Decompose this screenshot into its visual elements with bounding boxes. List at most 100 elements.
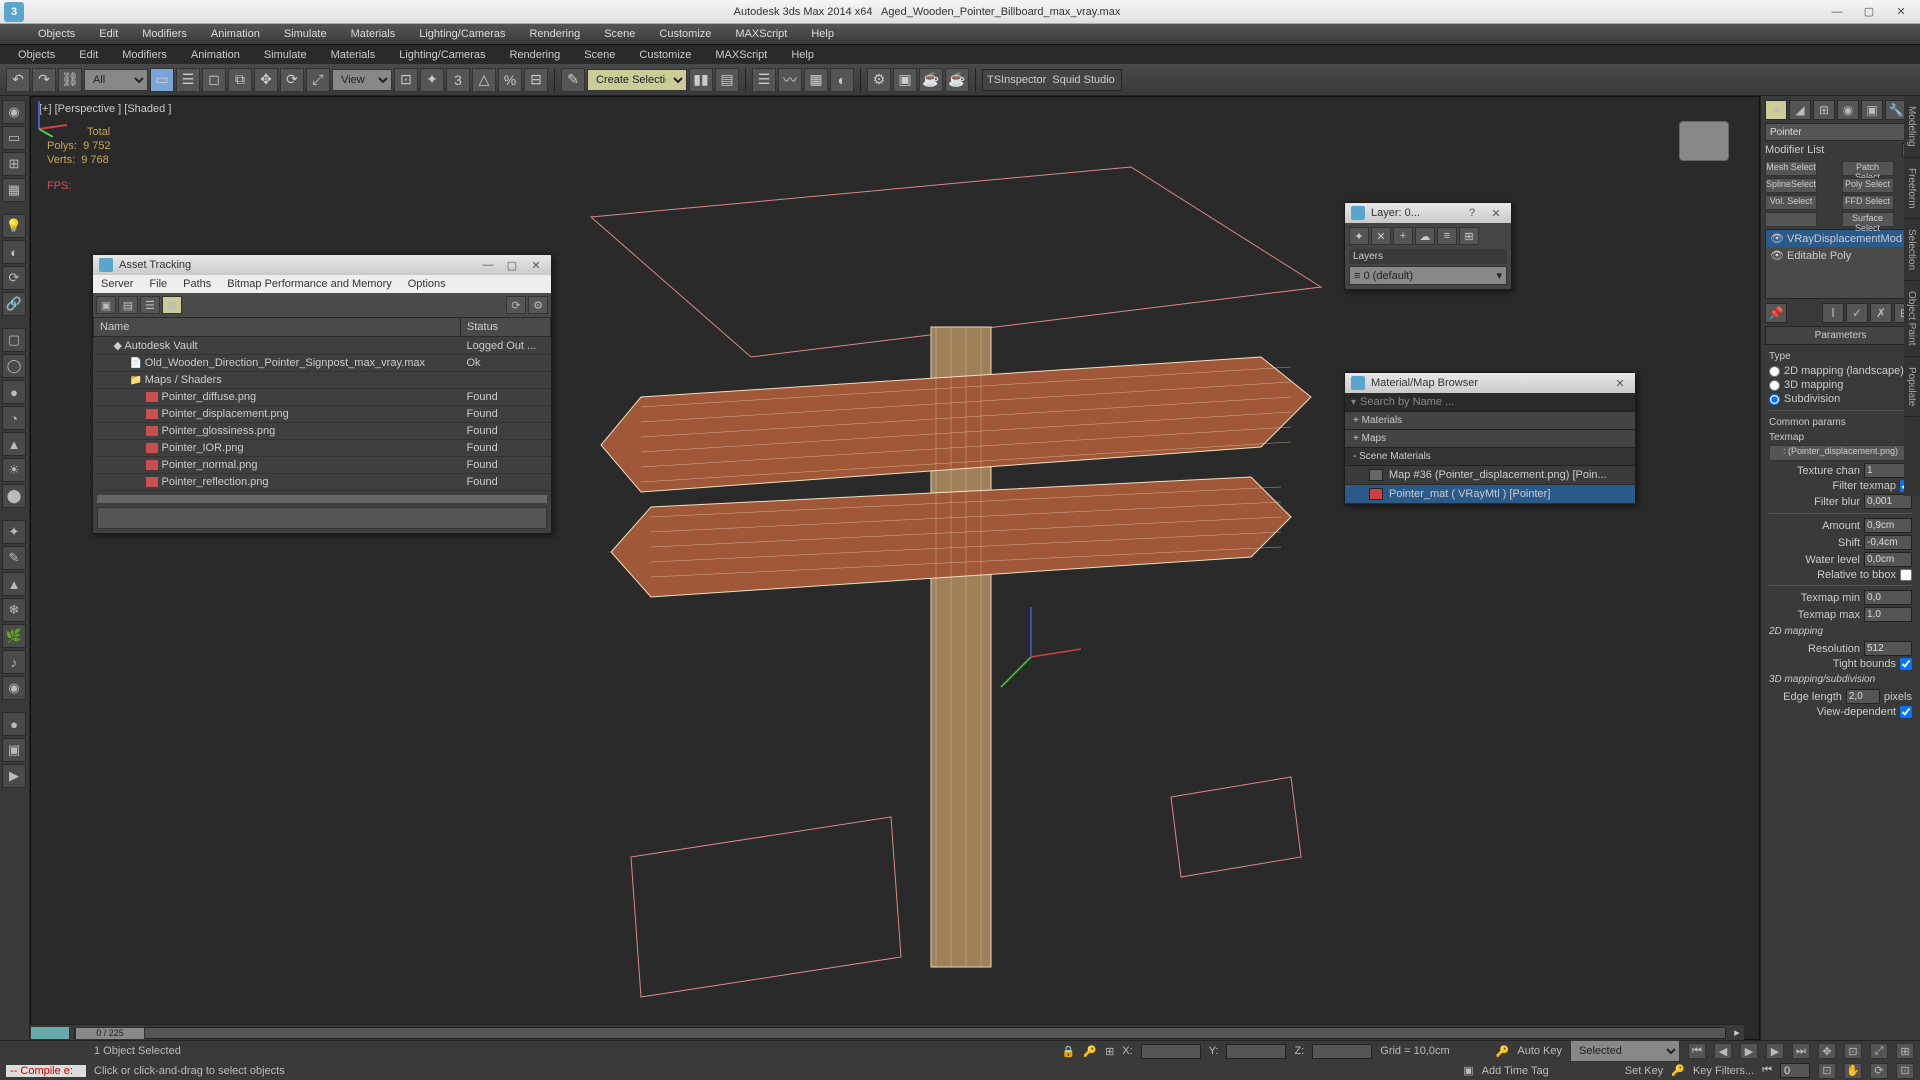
nav-5[interactable]: ⊡ — [1818, 1063, 1836, 1079]
left-tool-4[interactable]: ▦ — [2, 178, 26, 202]
panel-maximize[interactable]: ▢ — [503, 257, 521, 273]
asset-tb-4[interactable]: ▦ — [162, 296, 182, 314]
menu-maxscript[interactable]: MAXScript — [725, 26, 797, 42]
mirror-button[interactable]: ▮▮ — [689, 68, 713, 92]
percent-snap-toggle[interactable]: % — [498, 68, 522, 92]
stack-btn-3[interactable]: ✗ — [1870, 303, 1892, 323]
layer-btn-4[interactable]: ☁ — [1415, 227, 1435, 245]
texmap-button[interactable]: : (Pointer_displacement.png) — [1769, 445, 1912, 461]
asset-row[interactable]: Pointer_glossiness.pngFound — [94, 423, 551, 440]
menu2-help[interactable]: Help — [781, 47, 824, 63]
asset-row[interactable]: Pointer_IOR.pngFound — [94, 440, 551, 457]
named-sel-edit-button[interactable]: ✎ — [561, 68, 585, 92]
menu-help[interactable]: Help — [801, 26, 844, 42]
mat-cat-materials[interactable]: + Materials — [1345, 412, 1635, 430]
scale-button[interactable]: ⤢ — [306, 68, 330, 92]
frame-input[interactable] — [1780, 1063, 1810, 1078]
menu-simulate[interactable]: Simulate — [274, 26, 337, 42]
panel-minimize[interactable]: — — [479, 257, 497, 273]
mod-button[interactable]: Patch Select — [1842, 161, 1894, 176]
menu2-modifiers[interactable]: Modifiers — [112, 47, 177, 63]
left-tool-15[interactable]: ⬤ — [2, 484, 26, 508]
mod-button[interactable] — [1765, 212, 1817, 227]
asset-row[interactable]: 📁 Maps / Shaders — [94, 372, 551, 389]
asset-row[interactable]: ◆ Autodesk VaultLogged Out ... — [94, 337, 551, 355]
asset-menu-file[interactable]: File — [149, 278, 167, 290]
nav-4[interactable]: ⊞ — [1896, 1043, 1914, 1059]
left-tool-11[interactable]: ● — [2, 380, 26, 404]
left-tool-24[interactable]: ▣ — [2, 738, 26, 762]
left-tool-16[interactable]: ✦ — [2, 520, 26, 544]
next-frame-button[interactable]: ▶ — [1766, 1043, 1784, 1059]
nav-6[interactable]: ✋ — [1844, 1063, 1862, 1079]
curve-editor-button[interactable]: 〰 — [778, 68, 802, 92]
nav-2[interactable]: ⊡ — [1844, 1043, 1862, 1059]
menu2-materials[interactable]: Materials — [321, 47, 386, 63]
object-name-input[interactable] — [1765, 123, 1907, 141]
minimize-button[interactable]: — — [1822, 3, 1852, 21]
y-input[interactable] — [1226, 1044, 1286, 1059]
asset-row[interactable]: 📄 Old_Wooden_Direction_Pointer_Signpost_… — [94, 355, 551, 372]
goto-end-button[interactable]: ⏭ — [1792, 1043, 1810, 1059]
material-search[interactable]: ▾ Search by Name ... — [1345, 393, 1635, 412]
asset-menu-bitmap-performance-and-memory[interactable]: Bitmap Performance and Memory — [227, 278, 391, 290]
modifier-stack-item[interactable]: 👁 VRayDisplacementMod — [1766, 230, 1915, 247]
time-slider[interactable]: 0 / 225 ▸ — [30, 1024, 1744, 1040]
left-tool-19[interactable]: ❄ — [2, 598, 26, 622]
render-setup-button[interactable]: ⚙ — [867, 68, 891, 92]
ref-coord-combo[interactable]: View — [332, 69, 392, 91]
menu-objects[interactable]: Objects — [28, 26, 85, 42]
layers-close[interactable]: ✕ — [1487, 205, 1505, 221]
select-rect-button[interactable]: ◻ — [202, 68, 226, 92]
filter-blur-spinner[interactable] — [1864, 494, 1912, 509]
asset-tb-2[interactable]: ▤ — [118, 296, 138, 314]
texmap-min-spinner[interactable] — [1864, 590, 1912, 605]
nav-7[interactable]: ⟳ — [1870, 1063, 1888, 1079]
left-tool-17[interactable]: ✎ — [2, 546, 26, 570]
menu2-rendering[interactable]: Rendering — [499, 47, 570, 63]
spinner-snap-toggle[interactable]: ⊟ — [524, 68, 548, 92]
asset-scrollbar[interactable] — [97, 495, 547, 503]
menu2-scene[interactable]: Scene — [574, 47, 625, 63]
asset-tb-1[interactable]: ▣ — [96, 296, 116, 314]
left-tool-18[interactable]: ▲ — [2, 572, 26, 596]
select-object-button[interactable]: ▭ — [150, 68, 174, 92]
align-button[interactable]: ▤ — [715, 68, 739, 92]
angle-snap-toggle[interactable]: △ — [472, 68, 496, 92]
water-level-spinner[interactable] — [1864, 552, 1912, 567]
modify-tab[interactable]: ◢ — [1789, 100, 1811, 120]
close-button[interactable]: ✕ — [1886, 3, 1916, 21]
window-crossing-button[interactable]: ⧉ — [228, 68, 252, 92]
mat-cat-maps[interactable]: + Maps — [1345, 430, 1635, 448]
layer-btn-6[interactable]: ⊞ — [1459, 227, 1479, 245]
layer-manager-button[interactable]: ☰ — [752, 68, 776, 92]
left-tool-7[interactable]: ⟳ — [2, 266, 26, 290]
type-radio[interactable] — [1769, 380, 1780, 391]
selection-filter[interactable]: All — [84, 69, 148, 91]
layer-select[interactable]: ≡ 0 (default)▾ — [1349, 266, 1507, 285]
menu-lighting/cameras[interactable]: Lighting/Cameras — [409, 26, 515, 42]
asset-menu-paths[interactable]: Paths — [183, 278, 211, 290]
hierarchy-tab[interactable]: ⊞ — [1813, 100, 1835, 120]
left-tool-12[interactable]: ◔ — [2, 406, 26, 430]
menu2-lighting/cameras[interactable]: Lighting/Cameras — [389, 47, 495, 63]
edge-length-spinner[interactable] — [1846, 689, 1880, 704]
tab-selection[interactable]: Selection — [1904, 219, 1919, 281]
layers-help[interactable]: ? — [1463, 205, 1481, 221]
left-tool-22[interactable]: ◉ — [2, 676, 26, 700]
mod-button[interactable]: Vol. Select — [1765, 195, 1817, 210]
left-tool-20[interactable]: 🌿 — [2, 624, 26, 648]
rollout-parameters[interactable]: Parameters — [1765, 326, 1916, 345]
left-tool-10[interactable]: ◯ — [2, 354, 26, 378]
play-button[interactable]: ▶ — [1740, 1043, 1758, 1059]
menu-rendering[interactable]: Rendering — [519, 26, 590, 42]
asset-tb-3[interactable]: ☰ — [140, 296, 160, 314]
left-tool-23[interactable]: ● — [2, 712, 26, 736]
texmap-max-spinner[interactable] — [1864, 607, 1912, 622]
modifier-stack[interactable]: 👁 VRayDisplacementMod👁 Editable Poly — [1765, 229, 1916, 299]
lock-icon[interactable]: 🔒 — [1062, 1045, 1076, 1058]
goto-start-button[interactable]: ⏮ — [1688, 1043, 1706, 1059]
asset-menu-server[interactable]: Server — [101, 278, 133, 290]
menu2-animation[interactable]: Animation — [181, 47, 250, 63]
undo-button[interactable]: ↶ — [6, 68, 30, 92]
